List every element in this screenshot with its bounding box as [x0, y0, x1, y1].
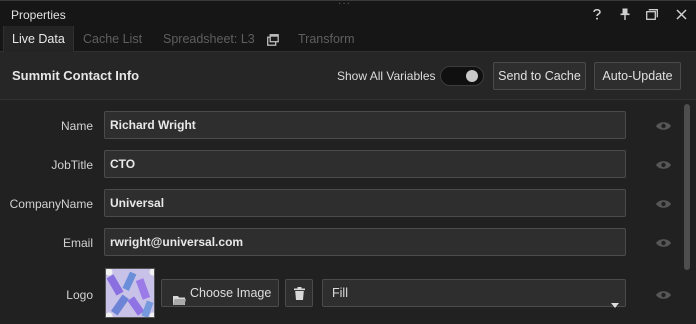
eye-icon[interactable] — [655, 236, 672, 248]
field-label-jobtitle: JobTitle — [51, 158, 93, 172]
window-title: Properties — [11, 8, 66, 22]
field-label-companyname: CompanyName — [9, 197, 93, 211]
field-row-email: Email rwright@universal.com — [0, 228, 696, 258]
title-bar: ··· Properties — [0, 0, 696, 26]
companyname-field[interactable]: Universal — [104, 189, 626, 217]
section-header: Summit Contact Info Show All Variables S… — [0, 52, 696, 100]
tab-spreadsheet[interactable]: Spreadsheet: L3 — [163, 26, 255, 52]
field-row-name: Name Richard Wright — [0, 111, 696, 141]
show-all-variables-toggle[interactable] — [440, 66, 484, 86]
toggle-knob — [466, 70, 478, 82]
image-fit-select[interactable]: Fill — [322, 279, 626, 308]
field-label-name: Name — [60, 119, 93, 133]
delete-image-button[interactable] — [285, 279, 313, 307]
popout-icon[interactable] — [267, 33, 279, 46]
tab-transform[interactable]: Transform — [298, 26, 355, 52]
eye-icon[interactable] — [655, 158, 672, 170]
chevron-down-icon — [611, 291, 619, 308]
restore-window-icon[interactable] — [643, 5, 661, 23]
field-row-companyname: CompanyName Universal — [0, 189, 696, 219]
tab-live-data[interactable]: Live Data — [3, 26, 74, 52]
eye-icon[interactable] — [655, 288, 672, 300]
field-label-email: Email — [62, 236, 93, 250]
auto-update-button[interactable]: Auto-Update — [594, 62, 681, 90]
close-icon[interactable] — [672, 5, 690, 23]
tab-bar: Live Data Cache List Spreadsheet: L3 Tra… — [0, 26, 696, 52]
image-fit-value: Fill — [332, 286, 348, 300]
drag-grip[interactable]: ··· — [338, 0, 358, 9]
pin-icon[interactable] — [616, 5, 634, 23]
help-icon[interactable] — [588, 5, 606, 23]
jobtitle-field[interactable]: CTO — [104, 150, 626, 178]
vertical-scrollbar[interactable] — [684, 104, 690, 270]
show-all-variables-label: Show All Variables — [337, 69, 436, 83]
tab-cache-list[interactable]: Cache List — [83, 26, 142, 52]
eye-icon[interactable] — [655, 119, 672, 131]
section-title: Summit Contact Info — [12, 68, 140, 83]
send-to-cache-button[interactable]: Send to Cache — [493, 62, 586, 90]
choose-image-button[interactable]: Choose Image — [161, 279, 279, 307]
field-row-jobtitle: JobTitle CTO — [0, 150, 696, 180]
logo-thumbnail[interactable] — [105, 268, 155, 318]
name-field[interactable]: Richard Wright — [104, 111, 626, 139]
choose-image-label: Choose Image — [190, 286, 272, 300]
field-label-logo: Logo — [66, 288, 93, 302]
folder-icon — [173, 288, 186, 305]
eye-icon[interactable] — [655, 197, 672, 209]
email-field[interactable]: rwright@universal.com — [104, 228, 626, 256]
